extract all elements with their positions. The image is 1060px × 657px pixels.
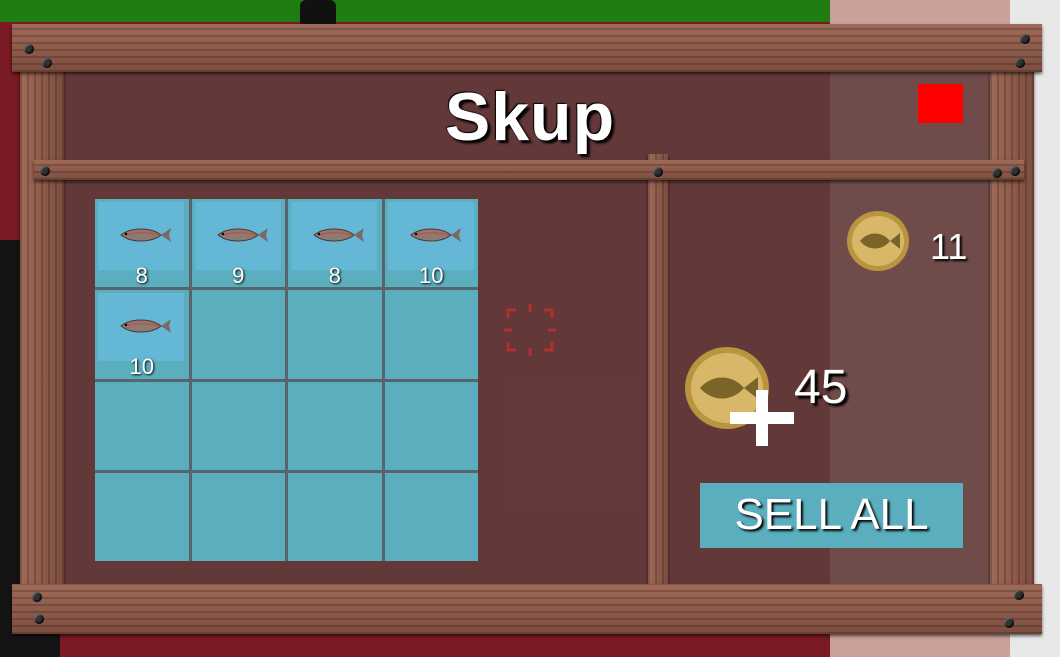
nail-icon — [1004, 618, 1014, 628]
nail-icon — [42, 58, 52, 68]
inventory-slot[interactable] — [95, 472, 189, 561]
slot-count: 9 — [232, 263, 245, 288]
nail-icon — [1015, 58, 1025, 68]
nail-icon — [992, 168, 1002, 178]
slot-count: 8 — [328, 263, 341, 288]
inventory-slot[interactable]: 10 — [95, 290, 189, 380]
plus-cursor-icon — [730, 390, 794, 446]
inventory-slot[interactable] — [384, 381, 478, 470]
inventory-slot[interactable] — [384, 290, 478, 379]
inventory-slot[interactable] — [288, 381, 382, 470]
slot-count: 10 — [419, 263, 444, 288]
fish-coin-icon — [847, 211, 909, 271]
inventory-slot[interactable] — [288, 472, 382, 561]
fish-icon — [120, 319, 171, 334]
inventory-slot[interactable] — [191, 290, 285, 379]
inventory-slot[interactable] — [288, 290, 382, 379]
inventory-slot[interactable]: 8 — [288, 199, 382, 288]
nail-icon — [40, 166, 50, 176]
unit-price: 11 — [846, 210, 976, 272]
slot-count: 10 — [129, 354, 154, 380]
unit-price-value: 11 — [930, 226, 968, 267]
plank-middle — [34, 160, 1024, 180]
total-value-amount: 45 — [794, 361, 848, 414]
nail-icon — [32, 592, 42, 602]
nail-icon — [34, 614, 44, 624]
inventory-slot[interactable]: 10 — [384, 199, 478, 288]
nail-icon — [1014, 590, 1024, 600]
nail-icon — [1020, 34, 1030, 44]
nail-icon — [24, 44, 34, 54]
inventory-slot[interactable]: 9 — [191, 199, 285, 288]
fish-icon — [409, 228, 461, 242]
scene-green-roof — [0, 0, 840, 22]
nail-icon — [653, 167, 663, 177]
inventory-grid: 8 9 8 10 10 — [95, 199, 478, 561]
crosshair-icon — [504, 304, 556, 356]
inventory-slot[interactable] — [384, 472, 478, 561]
plank-top — [12, 24, 1042, 72]
fish-icon — [120, 228, 171, 242]
inventory-slot[interactable] — [191, 381, 285, 470]
fish-icon — [216, 228, 268, 242]
shop-title: Skup — [444, 79, 616, 155]
inventory-slot[interactable] — [95, 381, 189, 470]
fish-icon — [313, 228, 364, 242]
plank-bottom — [12, 584, 1042, 634]
total-value: 45 — [684, 346, 884, 446]
inventory-slot[interactable]: 8 — [95, 199, 189, 288]
nail-icon — [1010, 166, 1020, 176]
close-button[interactable] — [918, 84, 963, 123]
plank-divider — [648, 154, 668, 590]
inventory-slot[interactable] — [191, 472, 285, 561]
slot-count: 8 — [135, 263, 148, 288]
sell-all-button[interactable]: SELL ALL — [700, 483, 963, 548]
